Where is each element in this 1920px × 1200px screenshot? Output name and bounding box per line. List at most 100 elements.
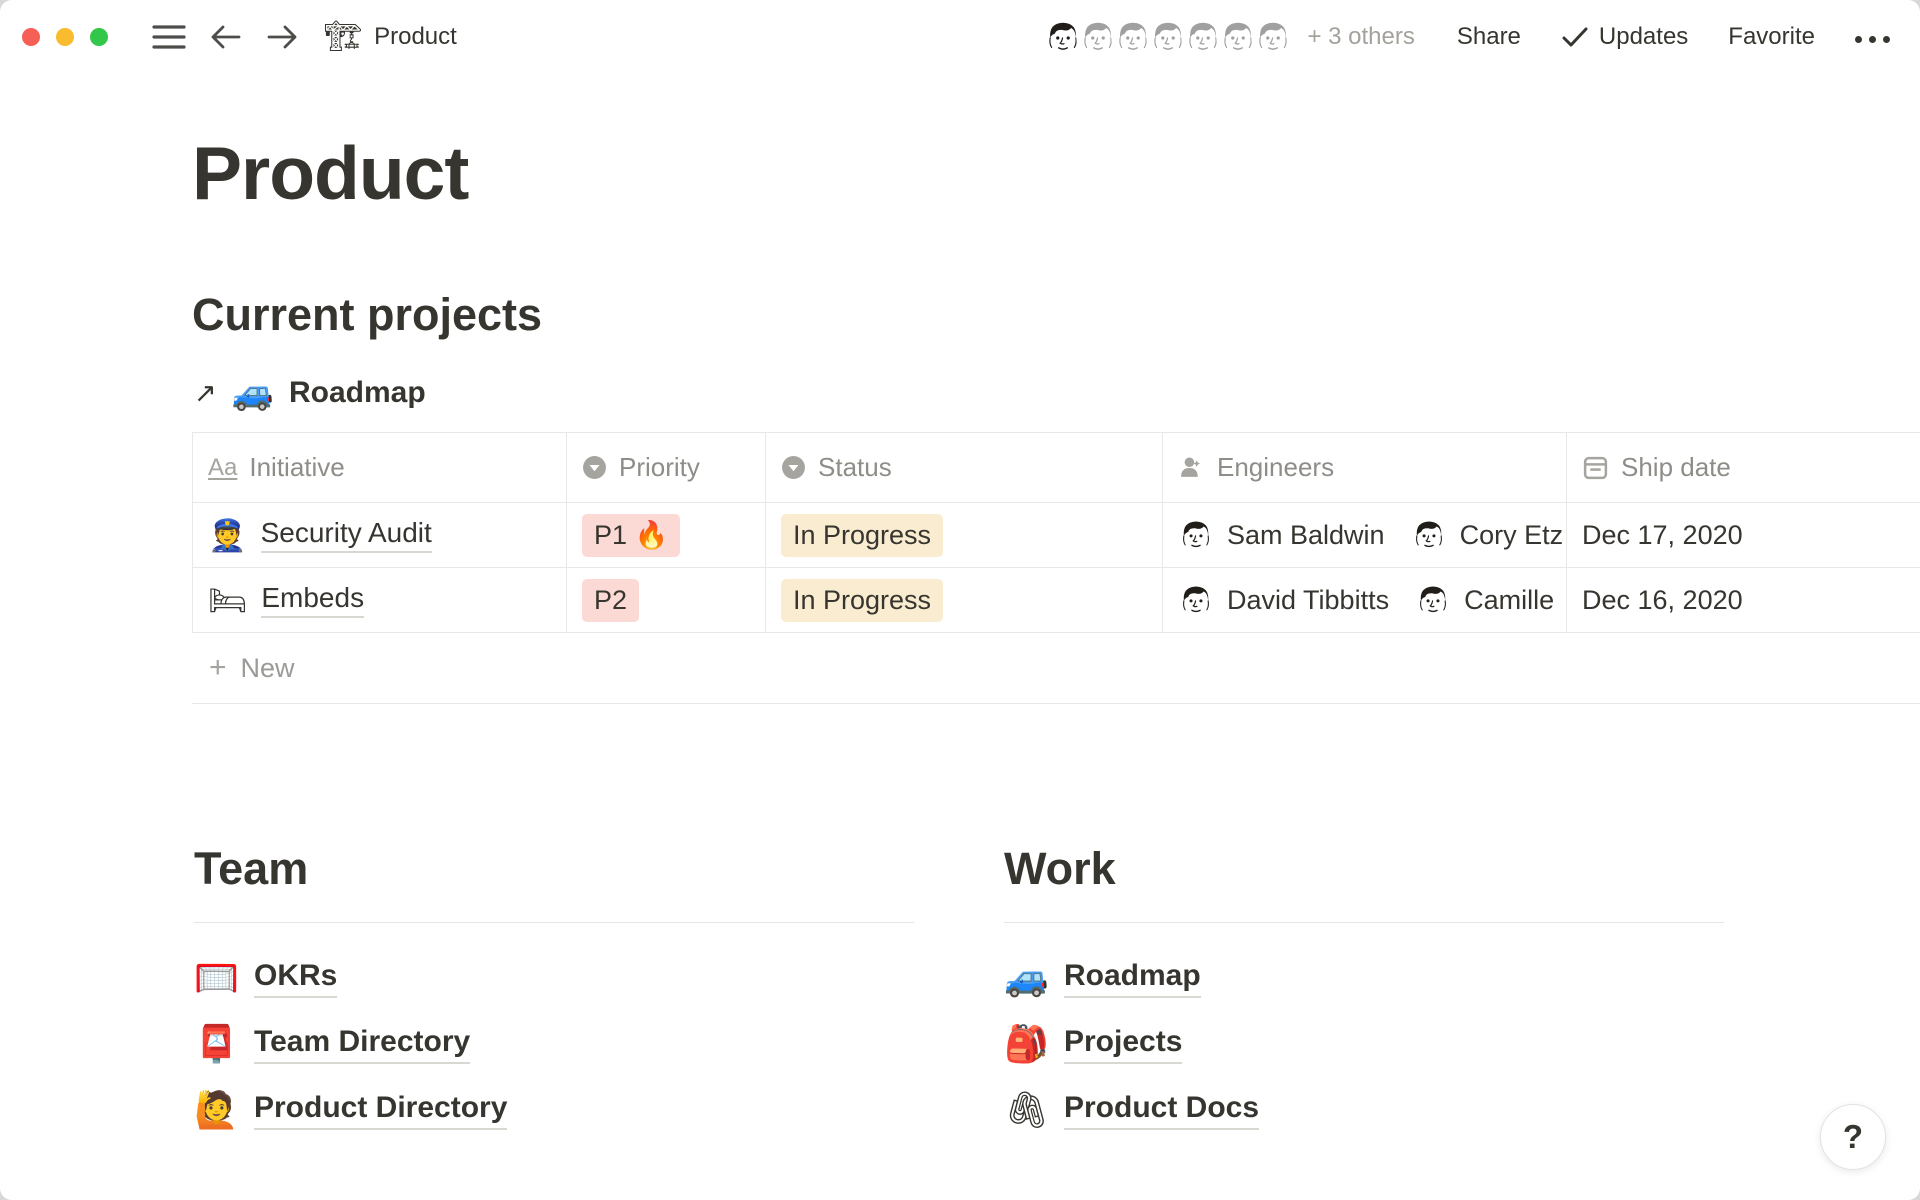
- updates-button[interactable]: Updates: [1561, 23, 1688, 51]
- window-controls: [22, 28, 108, 46]
- page-emoji-icon: 🏗: [324, 22, 362, 52]
- nav-controls: [152, 24, 298, 50]
- collaborators: + 3 others: [1041, 15, 1414, 59]
- column-header-status[interactable]: Status: [766, 433, 1163, 502]
- close-window-button[interactable]: [22, 28, 40, 46]
- table-row: 👮 Security Audit P1 🔥 In Progress Sam Ba…: [192, 502, 1920, 567]
- divider: [194, 922, 914, 923]
- column-label: Priority: [619, 452, 700, 483]
- status-cell[interactable]: In Progress: [766, 503, 1163, 567]
- topbar-actions: Share Updates Favorite: [1457, 23, 1890, 51]
- avatar-stack: [1041, 15, 1295, 59]
- link-item-product-directory[interactable]: 🙋 Product Directory: [194, 1077, 914, 1143]
- priority-badge: P1 🔥: [582, 514, 680, 557]
- more-collaborators-label[interactable]: + 3 others: [1307, 23, 1414, 51]
- work-section: Work 🚙 Roadmap 🎒 Projects 🖇 Product Docs: [1004, 842, 1724, 1143]
- ship-date-value: Dec 17, 2020: [1582, 520, 1743, 551]
- page-content: Product Current projects ↗ 🚙 Roadmap Aa …: [0, 130, 1920, 1143]
- link-item-projects[interactable]: 🎒 Projects: [1004, 1011, 1724, 1077]
- table-row: 🛏 Embeds P2 In Progress David Tibbitts: [192, 567, 1920, 632]
- engineer-chip: David Tibbitts: [1178, 582, 1389, 618]
- page-title: Product: [192, 130, 1920, 216]
- roadmap-table: Aa Initiative Priority Status Engineers: [192, 432, 1920, 704]
- work-link-list: 🚙 Roadmap 🎒 Projects 🖇 Product Docs: [1004, 945, 1724, 1143]
- ship-date-cell[interactable]: Dec 17, 2020: [1567, 503, 1920, 567]
- car-emoji-icon: 🚙: [1004, 960, 1048, 996]
- engineer-name: Camille: [1464, 585, 1554, 616]
- open-arrow-icon: ↗: [194, 380, 217, 407]
- engineer-name: David Tibbitts: [1227, 585, 1389, 616]
- notion-window: 🏗 Product + 3 others Share Updates Favo: [0, 0, 1920, 1200]
- page-link-label: Product Directory: [254, 1091, 507, 1130]
- column-header-engineers[interactable]: Engineers: [1163, 433, 1567, 502]
- new-row-button[interactable]: + New: [192, 632, 1920, 704]
- people-icon: [1178, 454, 1205, 481]
- link-item-roadmap[interactable]: 🚙 Roadmap: [1004, 945, 1724, 1011]
- engineer-name: Cory Etz: [1460, 520, 1564, 551]
- page-link-label: Roadmap: [1064, 959, 1201, 998]
- priority-cell[interactable]: P2: [567, 568, 766, 632]
- roadmap-page-link[interactable]: ↗ 🚙 Roadmap: [192, 372, 1920, 414]
- paperclips-emoji-icon: 🖇: [1004, 1092, 1048, 1128]
- column-label: Initiative: [249, 452, 344, 483]
- help-button[interactable]: ?: [1820, 1104, 1886, 1170]
- title-property-icon: Aa: [208, 454, 237, 482]
- current-projects-heading: Current projects: [192, 288, 1920, 342]
- initiative-page-link[interactable]: Embeds: [261, 582, 364, 618]
- initiative-cell[interactable]: 👮 Security Audit: [192, 503, 567, 567]
- page-link-label: Team Directory: [254, 1025, 470, 1064]
- page-link-label: Projects: [1064, 1025, 1182, 1064]
- status-cell[interactable]: In Progress: [766, 568, 1163, 632]
- select-icon: [781, 455, 806, 480]
- engineer-avatar: [1411, 517, 1447, 553]
- column-label: Status: [818, 452, 892, 483]
- car-emoji-icon: 🚙: [232, 376, 274, 410]
- engineer-chip: Cory Etz: [1411, 517, 1564, 553]
- roadmap-link-label: Roadmap: [289, 376, 426, 410]
- calendar-icon: [1582, 454, 1609, 481]
- favorite-button[interactable]: Favorite: [1728, 23, 1815, 51]
- police-officer-emoji-icon: 👮: [208, 520, 247, 551]
- engineer-chip: Camille: [1415, 582, 1554, 618]
- link-item-team-directory[interactable]: 📮 Team Directory: [194, 1011, 914, 1077]
- minimize-window-button[interactable]: [56, 28, 74, 46]
- team-link-list: 🥅 OKRs 📮 Team Directory 🙋 Product Direct…: [194, 945, 914, 1143]
- engineer-chip: Sam Baldwin: [1178, 517, 1385, 553]
- engineers-cell[interactable]: David Tibbitts Camille: [1163, 568, 1567, 632]
- table-header-row: Aa Initiative Priority Status Engineers: [192, 432, 1920, 502]
- goal-net-emoji-icon: 🥅: [194, 960, 238, 996]
- column-header-priority[interactable]: Priority: [567, 433, 766, 502]
- divider: [1004, 922, 1724, 923]
- page-link-label: Product Docs: [1064, 1091, 1259, 1130]
- forward-arrow-icon[interactable]: [266, 24, 298, 50]
- postbox-emoji-icon: 📮: [194, 1026, 238, 1062]
- column-header-initiative[interactable]: Aa Initiative: [192, 433, 567, 502]
- initiative-page-link[interactable]: Security Audit: [261, 517, 432, 553]
- column-label: Engineers: [1217, 452, 1334, 483]
- column-label: Ship date: [1621, 452, 1731, 483]
- initiative-cell[interactable]: 🛏 Embeds: [192, 568, 567, 632]
- backpack-emoji-icon: 🎒: [1004, 1026, 1048, 1062]
- more-options-icon[interactable]: [1855, 32, 1890, 43]
- link-item-product-docs[interactable]: 🖇 Product Docs: [1004, 1077, 1724, 1143]
- zoom-window-button[interactable]: [90, 28, 108, 46]
- link-item-okrs[interactable]: 🥅 OKRs: [194, 945, 914, 1011]
- sidebar-menu-icon[interactable]: [152, 24, 186, 50]
- engineer-avatar: [1415, 582, 1451, 618]
- new-row-label: New: [241, 653, 295, 684]
- select-icon: [582, 455, 607, 480]
- engineers-cell[interactable]: Sam Baldwin Cory Etz: [1163, 503, 1567, 567]
- page-link-label: OKRs: [254, 959, 337, 998]
- column-header-ship-date[interactable]: Ship date: [1567, 433, 1920, 502]
- ship-date-cell[interactable]: Dec 16, 2020: [1567, 568, 1920, 632]
- breadcrumb-title: Product: [374, 23, 457, 51]
- share-button[interactable]: Share: [1457, 23, 1521, 51]
- status-badge: In Progress: [781, 579, 943, 622]
- priority-cell[interactable]: P1 🔥: [567, 503, 766, 567]
- team-heading: Team: [194, 842, 914, 896]
- back-arrow-icon[interactable]: [210, 24, 242, 50]
- breadcrumb[interactable]: 🏗 Product: [324, 22, 457, 52]
- collaborator-avatar[interactable]: [1251, 15, 1295, 59]
- plus-icon: +: [209, 653, 227, 683]
- team-section: Team 🥅 OKRs 📮 Team Directory 🙋 Product D…: [194, 842, 914, 1143]
